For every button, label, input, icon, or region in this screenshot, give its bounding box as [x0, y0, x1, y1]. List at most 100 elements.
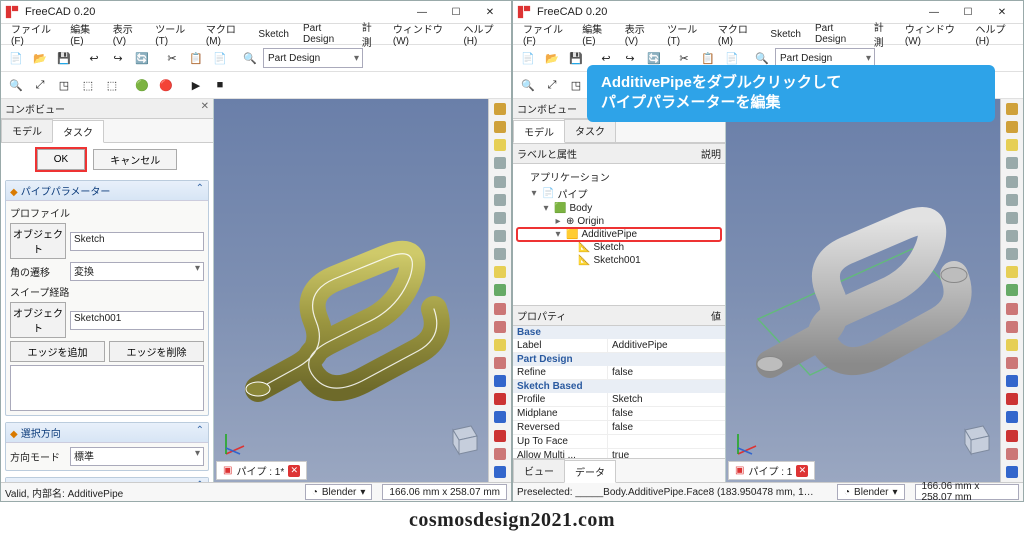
partdesign-tool[interactable] [1003, 355, 1021, 371]
property-table[interactable]: BaseLabelAdditivePipePart DesignRefinefa… [513, 326, 725, 459]
menu-item[interactable]: ヘルプ(H) [457, 20, 507, 48]
nav-cube[interactable] [443, 418, 483, 458]
partdesign-tool[interactable] [491, 228, 509, 244]
partdesign-tool[interactable] [491, 319, 509, 335]
toolbar-button[interactable]: ■ [209, 74, 231, 96]
partdesign-tool[interactable] [491, 246, 509, 262]
menu-item[interactable]: ウィンドウ(W) [899, 20, 968, 48]
toolbar-button[interactable]: ▶ [185, 74, 207, 96]
partdesign-tool[interactable] [491, 174, 509, 190]
cancel-button[interactable]: キャンセル [93, 149, 177, 170]
partdesign-tool[interactable] [491, 337, 509, 353]
object-button-2[interactable]: オブジェクト [10, 302, 66, 338]
toolbar-button[interactable]: 🔴 [155, 74, 177, 96]
partdesign-tool[interactable] [1003, 210, 1021, 226]
profile-input[interactable]: Sketch [70, 232, 204, 251]
partdesign-tool[interactable] [491, 373, 509, 389]
menu-item[interactable]: ツール(T) [149, 20, 198, 48]
chevron-up-icon[interactable]: ⌃ [196, 425, 204, 440]
ok-button[interactable]: OK [37, 149, 85, 170]
close-icon[interactable]: ✕ [201, 101, 209, 116]
close-button[interactable]: ✕ [985, 2, 1019, 22]
menu-item[interactable]: ツール(T) [661, 20, 710, 48]
partdesign-tool[interactable] [1003, 246, 1021, 262]
toolbar-button[interactable]: ✂ [161, 47, 183, 69]
toolbar-button[interactable]: 💾 [53, 47, 75, 69]
menu-item[interactable]: Sketch [764, 28, 807, 41]
tree-item[interactable]: 📐Sketch001 [517, 254, 721, 267]
partdesign-tool[interactable] [1003, 192, 1021, 208]
partdesign-tool[interactable] [1003, 409, 1021, 425]
menu-item[interactable]: Part Design [297, 22, 354, 46]
viewport-tab[interactable]: ▣パイプ : 1*✕ [216, 461, 307, 480]
prop-row[interactable]: Reversedfalse [513, 421, 725, 435]
close-tab-icon[interactable]: ✕ [796, 465, 808, 477]
chevron-up-icon[interactable]: ⌃ [196, 183, 204, 198]
toolbar-button[interactable]: ↪ [107, 47, 129, 69]
viewport-tab[interactable]: ▣パイプ : 1✕ [728, 461, 815, 480]
prop-row[interactable]: Up To Face [513, 435, 725, 449]
toolbar-button[interactable]: 📄 [517, 47, 539, 69]
partdesign-tool[interactable] [1003, 337, 1021, 353]
menu-item[interactable]: 表示(V) [619, 20, 660, 48]
edge-list[interactable] [10, 365, 204, 411]
menu-item[interactable]: ウィンドウ(W) [387, 20, 456, 48]
tab-task[interactable]: タスク [564, 119, 616, 142]
partdesign-tool[interactable] [491, 446, 509, 462]
minimize-button[interactable]: — [917, 2, 951, 22]
partdesign-tool[interactable] [491, 155, 509, 171]
tab-data[interactable]: データ [564, 460, 616, 483]
toolbar-button[interactable]: 🟢 [131, 74, 153, 96]
prop-row[interactable]: ProfileSketch [513, 393, 725, 407]
partdesign-tool[interactable] [491, 101, 509, 117]
partdesign-tool[interactable] [491, 409, 509, 425]
partdesign-tool[interactable] [1003, 137, 1021, 153]
menu-item[interactable]: 編集(E) [576, 20, 617, 48]
partdesign-tool[interactable] [1003, 228, 1021, 244]
tab-task[interactable]: タスク [52, 120, 104, 143]
prop-row[interactable]: Refinefalse [513, 366, 725, 380]
partdesign-tool[interactable] [491, 391, 509, 407]
tree-item[interactable]: ▾🟩Body [517, 202, 721, 215]
toolbar-button[interactable]: ⤢ [541, 74, 563, 96]
prop-row[interactable]: Allow Multi ...true [513, 449, 725, 459]
partdesign-tool[interactable] [1003, 319, 1021, 335]
partdesign-tool[interactable] [491, 301, 509, 317]
partdesign-tool[interactable] [491, 282, 509, 298]
tab-model[interactable]: モデル [1, 119, 53, 142]
menu-item[interactable]: Part Design [809, 22, 866, 46]
nav-style-select[interactable]: ◔ Blender ▾ [305, 484, 373, 500]
prop-row[interactable]: LabelAdditivePipe [513, 339, 725, 353]
nav-style-select[interactable]: ◔ Blender ▾ [837, 484, 905, 500]
toolbar-button[interactable]: 📂 [541, 47, 563, 69]
toolbar-button[interactable]: ↩ [83, 47, 105, 69]
toolbar-button[interactable]: 📄 [5, 47, 27, 69]
3d-viewport[interactable]: ▣パイプ : 1✕ [726, 99, 1023, 482]
model-tree[interactable]: アプリケーション▾📄パイプ▾🟩Body▸⊕Origin▾🟨AdditivePip… [513, 164, 725, 305]
object-button[interactable]: オブジェクト [10, 223, 66, 259]
menu-item[interactable]: ファイル(F) [5, 20, 62, 48]
path-input[interactable]: Sketch001 [70, 311, 204, 330]
partdesign-tool[interactable] [1003, 282, 1021, 298]
partdesign-tool[interactable] [1003, 119, 1021, 135]
toolbar-button[interactable]: ⬚ [101, 74, 123, 96]
partdesign-tool[interactable] [491, 192, 509, 208]
partdesign-tool[interactable] [1003, 464, 1021, 480]
toolbar-button[interactable]: 📄 [209, 47, 231, 69]
partdesign-tool[interactable] [491, 428, 509, 444]
partdesign-tool[interactable] [1003, 174, 1021, 190]
prop-row[interactable]: Midplanefalse [513, 407, 725, 421]
toolbar-button[interactable]: ⤢ [29, 74, 51, 96]
toolbar-button[interactable]: 🔍 [517, 74, 539, 96]
toolbar-button[interactable]: 📋 [185, 47, 207, 69]
partdesign-tool[interactable] [491, 464, 509, 480]
partdesign-tool[interactable] [491, 210, 509, 226]
tree-root[interactable]: アプリケーション [517, 168, 721, 185]
menu-item[interactable]: Sketch [252, 28, 295, 41]
maximize-button[interactable]: ☐ [439, 2, 473, 22]
tree-item[interactable]: ▾📄パイプ [517, 185, 721, 202]
toolbar-button[interactable]: 🔍 [239, 47, 261, 69]
toolbar-button[interactable]: ◳ [565, 74, 587, 96]
partdesign-tool[interactable] [1003, 391, 1021, 407]
dir-mode-select[interactable]: 標準 [70, 447, 204, 466]
